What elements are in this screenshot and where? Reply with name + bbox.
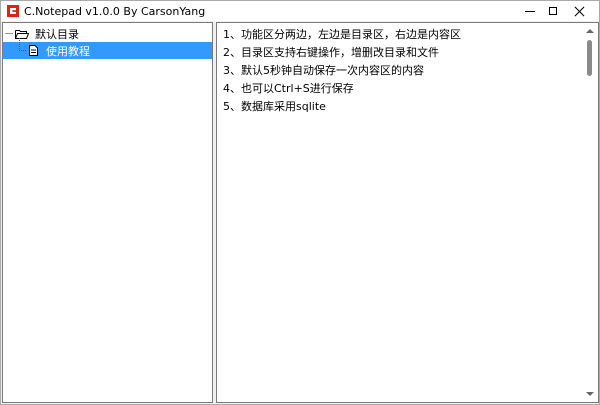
app-window: C.Notepad v1.0.0 By CarsonYang 默认目录 使用教程… bbox=[0, 0, 600, 405]
app-logo-icon bbox=[7, 5, 19, 17]
close-icon bbox=[574, 6, 585, 17]
document-icon bbox=[29, 45, 38, 56]
window-title: C.Notepad v1.0.0 By CarsonYang bbox=[24, 4, 206, 18]
scroll-down-icon[interactable] bbox=[586, 392, 594, 396]
tree-connector bbox=[5, 33, 13, 34]
scroll-up-icon[interactable] bbox=[586, 29, 594, 33]
content-text[interactable]: 1、功能区分两边，左边是目录区，右边是内容区 2、目录区支持右键操作，增删改目录… bbox=[223, 26, 578, 116]
tree-node-child-label: 使用教程 bbox=[46, 44, 90, 58]
vertical-scrollbar[interactable] bbox=[581, 23, 598, 402]
title-bar[interactable]: C.Notepad v1.0.0 By CarsonYang bbox=[1, 1, 599, 21]
tree-node-root-label: 默认目录 bbox=[35, 27, 79, 41]
folder-open-icon bbox=[15, 29, 29, 39]
close-button[interactable] bbox=[556, 1, 599, 21]
tree-node-root[interactable]: 默认目录 bbox=[5, 25, 79, 42]
content-line: 1、功能区分两边，左边是目录区，右边是内容区 bbox=[223, 28, 461, 41]
directory-tree-pane[interactable]: 默认目录 使用教程 bbox=[2, 22, 213, 403]
content-line: 4、也可以Ctrl+S进行保存 bbox=[223, 82, 354, 95]
content-editor-pane[interactable]: 1、功能区分两边，左边是目录区，右边是内容区 2、目录区支持右键操作，增删改目录… bbox=[216, 22, 599, 403]
scroll-thumb[interactable] bbox=[587, 40, 592, 76]
tree-connector bbox=[19, 38, 26, 51]
content-line: 2、目录区支持右键操作，增删改目录和文件 bbox=[223, 46, 439, 59]
tree-node-child[interactable]: 使用教程 bbox=[3, 38, 212, 59]
content-line: 5、数据库采用sqlite bbox=[223, 100, 326, 113]
content-line: 3、默认5秒钟自动保存一次内容区的内容 bbox=[223, 64, 424, 77]
